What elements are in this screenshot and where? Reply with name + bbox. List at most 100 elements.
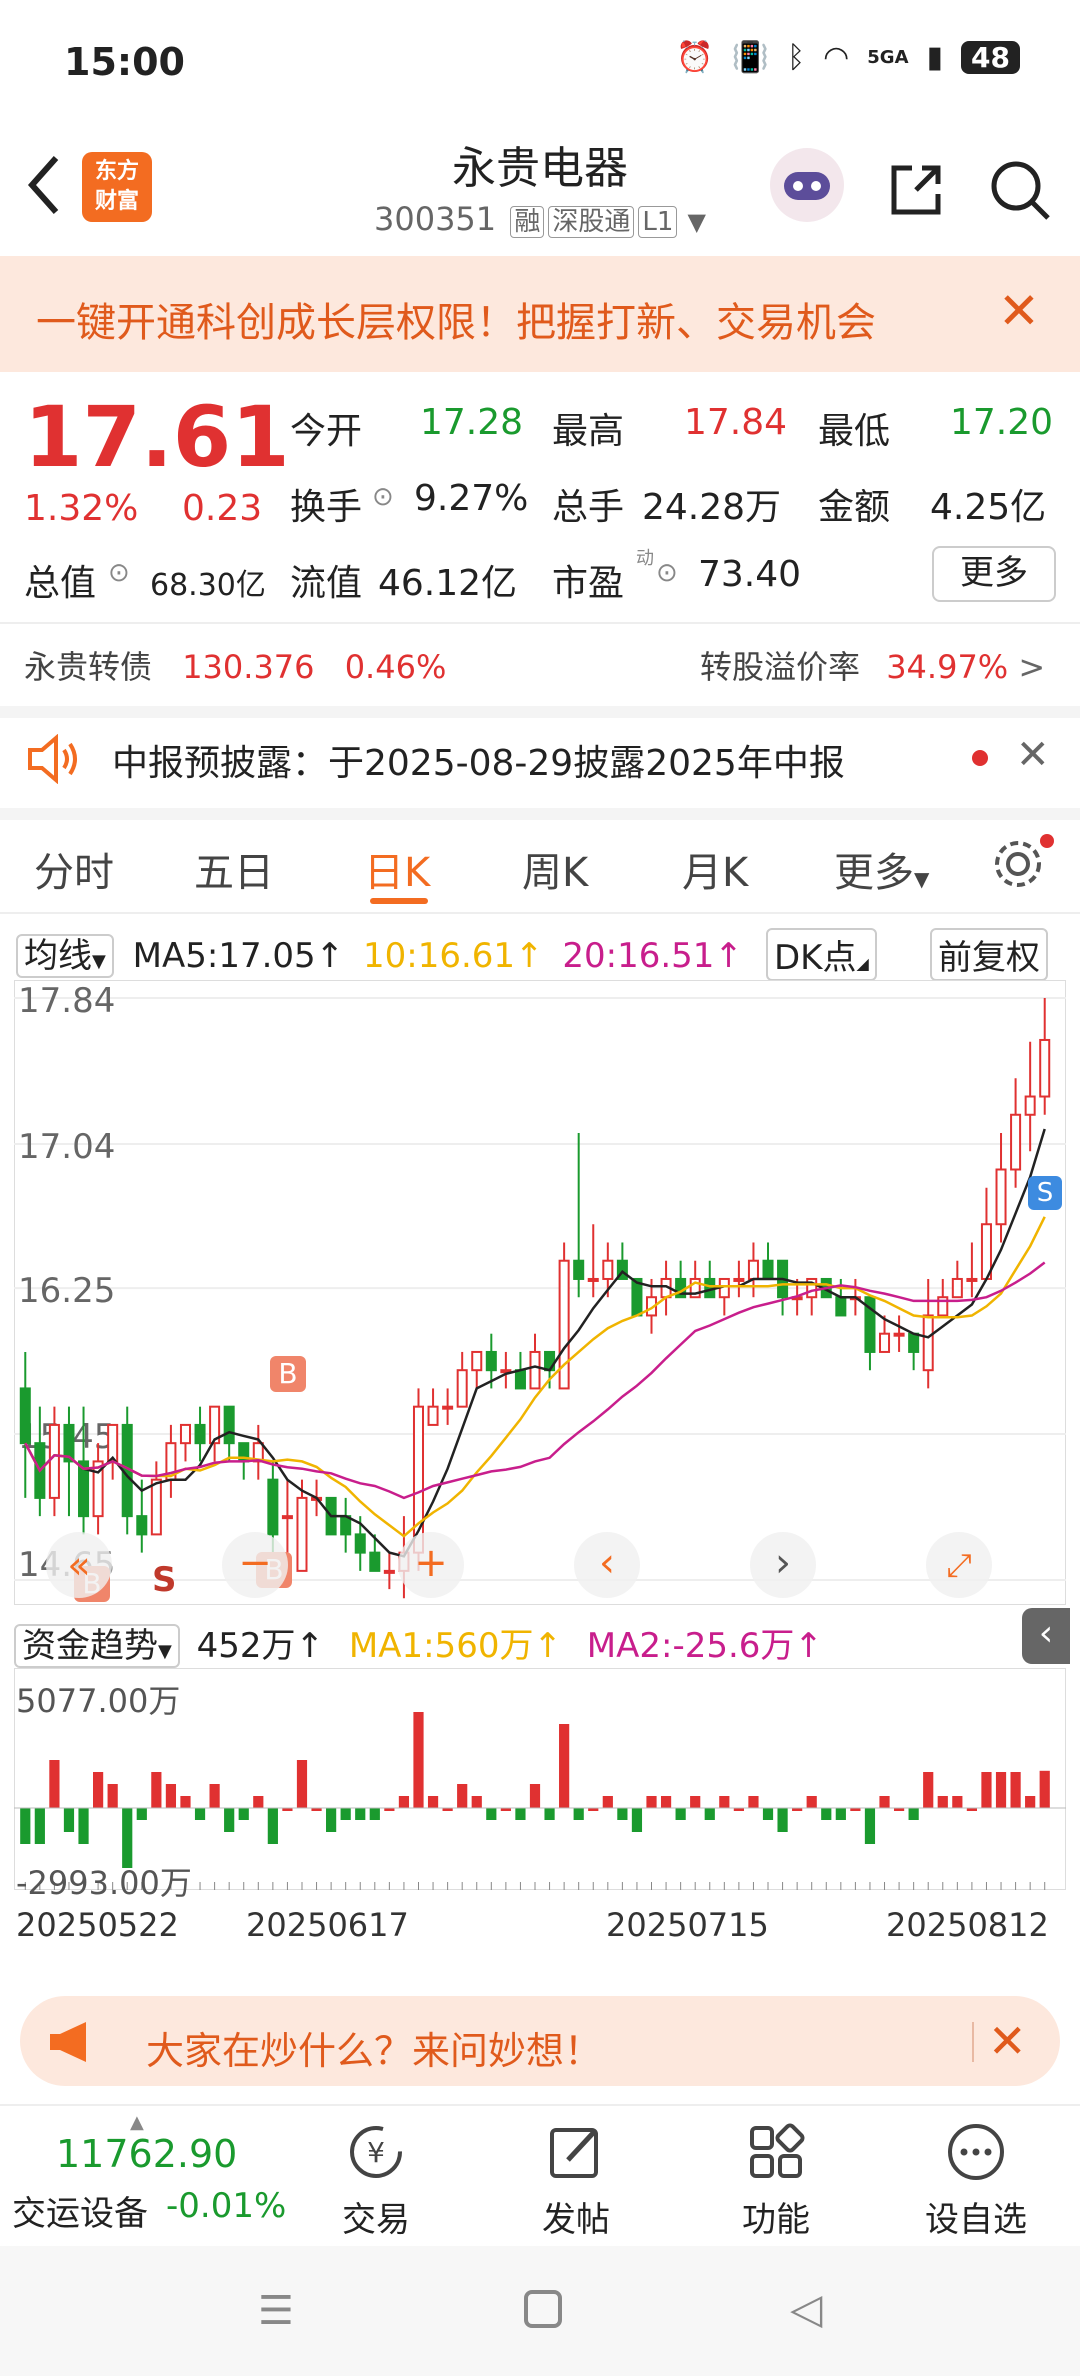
sell-marker[interactable]: S <box>1028 1176 1062 1210</box>
battery-icon: 48 <box>961 41 1020 74</box>
vibrate-icon: 📳 <box>731 40 770 75</box>
float-value: 46.12亿 <box>378 563 518 604</box>
candlestick-chart[interactable]: 17.8417.0416.2515.4514.65 <box>14 980 1066 1605</box>
fund-bar <box>93 1772 104 1808</box>
up-arrow-icon: ↑ <box>315 936 345 976</box>
candle-body <box>296 1496 308 1572</box>
trade-button[interactable]: ¥ 交易 <box>316 2120 436 2241</box>
notice-text[interactable]: 中报预披露：于2025-08-29披露2025年中报 <box>112 734 845 786</box>
info-icon[interactable]: ⊙ <box>656 558 678 588</box>
candle-body <box>835 1296 847 1317</box>
info-icon[interactable]: ⊙ <box>372 482 394 512</box>
promo-close-icon[interactable]: ✕ <box>988 2014 1027 2068</box>
date-tick: 20250522 <box>16 1906 179 1944</box>
collapse-panel-icon[interactable]: ‹ <box>1022 1608 1070 1664</box>
tab-more[interactable]: 更多▼ <box>834 840 929 898</box>
next-icon[interactable]: › <box>750 1532 816 1598</box>
zoom-out-icon[interactable]: − <box>222 1532 288 1598</box>
tag-margin: 融 <box>510 206 545 238</box>
fund-bar <box>34 1808 45 1844</box>
tab-monthly-k[interactable]: 月K <box>682 840 748 898</box>
date-axis: 20250522 20250617 20250715 20250812 <box>14 1892 1066 1944</box>
notice-close-icon[interactable]: ✕ <box>1016 732 1050 778</box>
caret-up-icon: ▲ <box>130 2112 144 2133</box>
home-icon[interactable] <box>524 2290 562 2328</box>
tab-intraday[interactable]: 分时 <box>34 840 114 898</box>
fund-bar <box>78 1808 89 1844</box>
stock-code: 300351 <box>373 200 497 238</box>
tab-weekly-k[interactable]: 周K <box>522 840 588 898</box>
assistant-avatar[interactable] <box>770 148 844 222</box>
signal-icon: ▮ <box>926 40 944 75</box>
buy-marker[interactable]: B <box>270 1356 306 1392</box>
banner-text[interactable]: 一键开通科创成长层权限！把握打新、交易机会 <box>36 290 876 348</box>
banner-close-icon[interactable]: ✕ <box>998 282 1040 340</box>
chart-frame <box>14 980 1066 1605</box>
price-axis-label: 17.04 <box>18 1127 115 1167</box>
fund-select[interactable]: 资金趋势▼ <box>14 1624 180 1668</box>
fund-bar <box>471 1796 482 1808</box>
candle-body <box>471 1350 483 1372</box>
sector-index-value[interactable]: 11762.90 <box>56 2132 237 2176</box>
pe-label: 市盈 <box>552 563 625 604</box>
function-button[interactable]: 功能 <box>716 2120 836 2241</box>
post-button[interactable]: 发帖 <box>516 2120 636 2241</box>
candle-body <box>456 1369 468 1408</box>
low-value: 17.20 <box>950 402 1054 443</box>
divider <box>0 808 1080 820</box>
candle-body <box>966 1277 978 1282</box>
date-tick: 20250617 <box>246 1906 409 1944</box>
info-icon[interactable]: ⊙ <box>108 558 130 588</box>
share-icon[interactable] <box>886 160 946 220</box>
back-nav-icon[interactable]: ◁ <box>790 2284 822 2333</box>
cb-name: 永贵转债 <box>24 648 153 686</box>
zoom-in-icon[interactable]: + <box>398 1532 464 1598</box>
wifi-icon: ◠ <box>823 40 850 75</box>
ma-select-label: 均线 <box>24 936 92 976</box>
fund-bar <box>690 1796 701 1808</box>
ma-legend-row: 均线▼ MA5:17.05↑ 10:16.61↑ 20:16.51↑ <box>16 928 1066 978</box>
dropdown-icon: ▼ <box>158 1641 172 1662</box>
ma-select[interactable]: 均线▼ <box>16 934 114 978</box>
grid-icon <box>750 2123 805 2178</box>
fund-bar <box>617 1808 628 1820</box>
volume-value: 24.28万 <box>642 487 782 528</box>
sector-name[interactable]: 交运设备 <box>12 2186 148 2235</box>
candle-body <box>879 1332 891 1353</box>
prev-icon[interactable]: ‹ <box>574 1532 640 1598</box>
tab-daily-k[interactable]: 日K <box>364 840 430 898</box>
fund-bar <box>355 1808 366 1820</box>
candle-body <box>369 1551 381 1572</box>
rewind-icon[interactable]: « <box>46 1532 112 1598</box>
fund-bar <box>675 1808 686 1820</box>
premium-label: 转股溢价率 <box>700 648 861 686</box>
pe-value: 73.40 <box>698 554 802 595</box>
premium-row[interactable]: 转股溢价率 34.97% > <box>700 642 1045 688</box>
tab-five-day[interactable]: 五日 <box>194 840 274 898</box>
adjust-button[interactable]: 前复权 <box>930 928 1048 981</box>
divider <box>972 2022 974 2062</box>
candle-body <box>150 1478 162 1536</box>
dk-point-button[interactable]: DK点◢ <box>766 928 877 981</box>
candle-body <box>427 1405 439 1426</box>
expand-icon[interactable]: ⤢ <box>926 1532 992 1598</box>
candle-body <box>893 1332 905 1337</box>
turnover-value: 9.27% <box>414 478 529 519</box>
ma20-value: 20:16.51 <box>562 936 715 976</box>
ma5-value: MA5:17.05 <box>132 936 316 976</box>
fund-bar <box>777 1808 788 1832</box>
menu-icon[interactable]: ☰ <box>258 2288 294 2334</box>
fund-bar <box>806 1796 817 1808</box>
date-tick: 20250715 <box>606 1906 769 1944</box>
fund-bar <box>413 1712 424 1808</box>
tag-shenzhen-connect: 深股通 <box>548 206 635 238</box>
more-button[interactable]: 更多 <box>932 546 1056 602</box>
fund-select-label: 资金趋势 <box>22 1626 158 1666</box>
add-watchlist-button[interactable]: 设自选 <box>916 2120 1036 2241</box>
gear-icon[interactable] <box>990 836 1046 892</box>
search-icon[interactable] <box>988 158 1052 222</box>
convertible-row[interactable]: 永贵转债 130.376 0.46% <box>24 642 446 688</box>
fund-bar <box>864 1808 876 1844</box>
promo-text[interactable]: 大家在炒什么？来问妙想！ <box>146 2020 602 2075</box>
fund-bar <box>631 1808 643 1832</box>
